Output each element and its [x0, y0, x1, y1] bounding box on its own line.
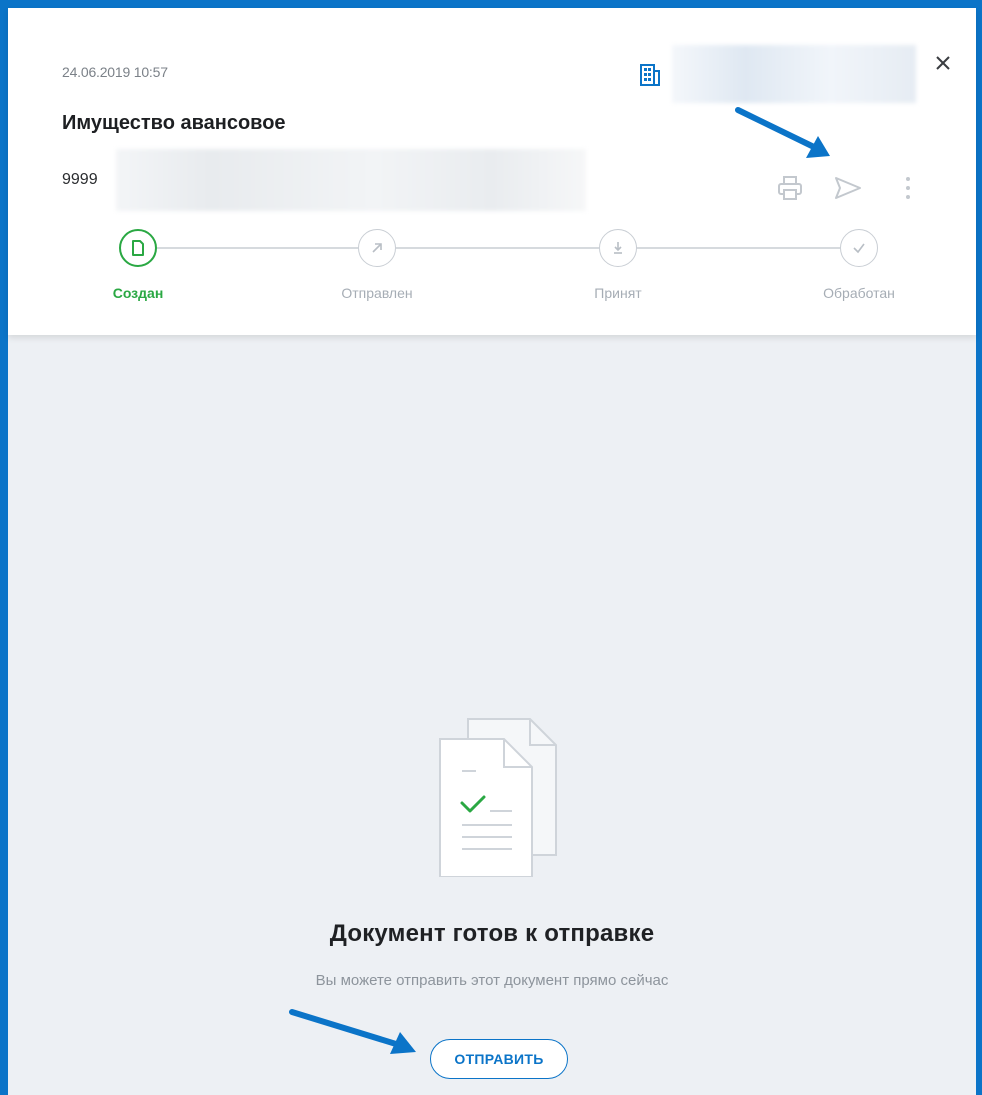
printer-icon [778, 176, 802, 200]
arrow-up-right-icon [372, 243, 382, 253]
empty-state-title: Документ готов к отправке [329, 920, 655, 947]
empty-state-subtitle: Вы можете отправить этот документ прямо … [315, 972, 669, 989]
step-created [119, 229, 157, 267]
organization-name-redacted [672, 45, 916, 103]
download-icon [614, 242, 622, 254]
documents-check-icon [439, 718, 557, 877]
print-button[interactable] [770, 168, 810, 208]
step-sent [358, 229, 396, 267]
send-document-button[interactable]: ОТПРАВИТЬ [430, 1039, 568, 1079]
step-processed [840, 229, 878, 267]
step-label-created: Создан [112, 285, 164, 301]
more-menu-button[interactable] [888, 168, 928, 208]
document-header: 24.06.2019 10:57 Имущество авансовое 999… [8, 8, 976, 335]
check-icon [853, 243, 865, 254]
step-accepted [599, 229, 637, 267]
document-title: Имущество авансовое [62, 112, 286, 134]
document-date: 24.06.2019 10:57 [62, 64, 168, 80]
send-icon [835, 177, 861, 199]
more-vertical-icon [906, 177, 910, 199]
step-label-processed: Обработан [823, 285, 895, 301]
document-icon [132, 240, 144, 256]
send-button[interactable] [828, 168, 868, 208]
close-button[interactable] [926, 46, 960, 80]
step-label-sent: Отправлен [341, 285, 413, 301]
building-icon [638, 63, 662, 87]
counterparty-redacted [116, 149, 586, 211]
document-body: Документ готов к отправке Вы можете отпр… [8, 335, 976, 1095]
document-number: 9999 [62, 171, 98, 188]
step-label-accepted: Принят [594, 285, 642, 301]
close-icon [936, 56, 950, 70]
